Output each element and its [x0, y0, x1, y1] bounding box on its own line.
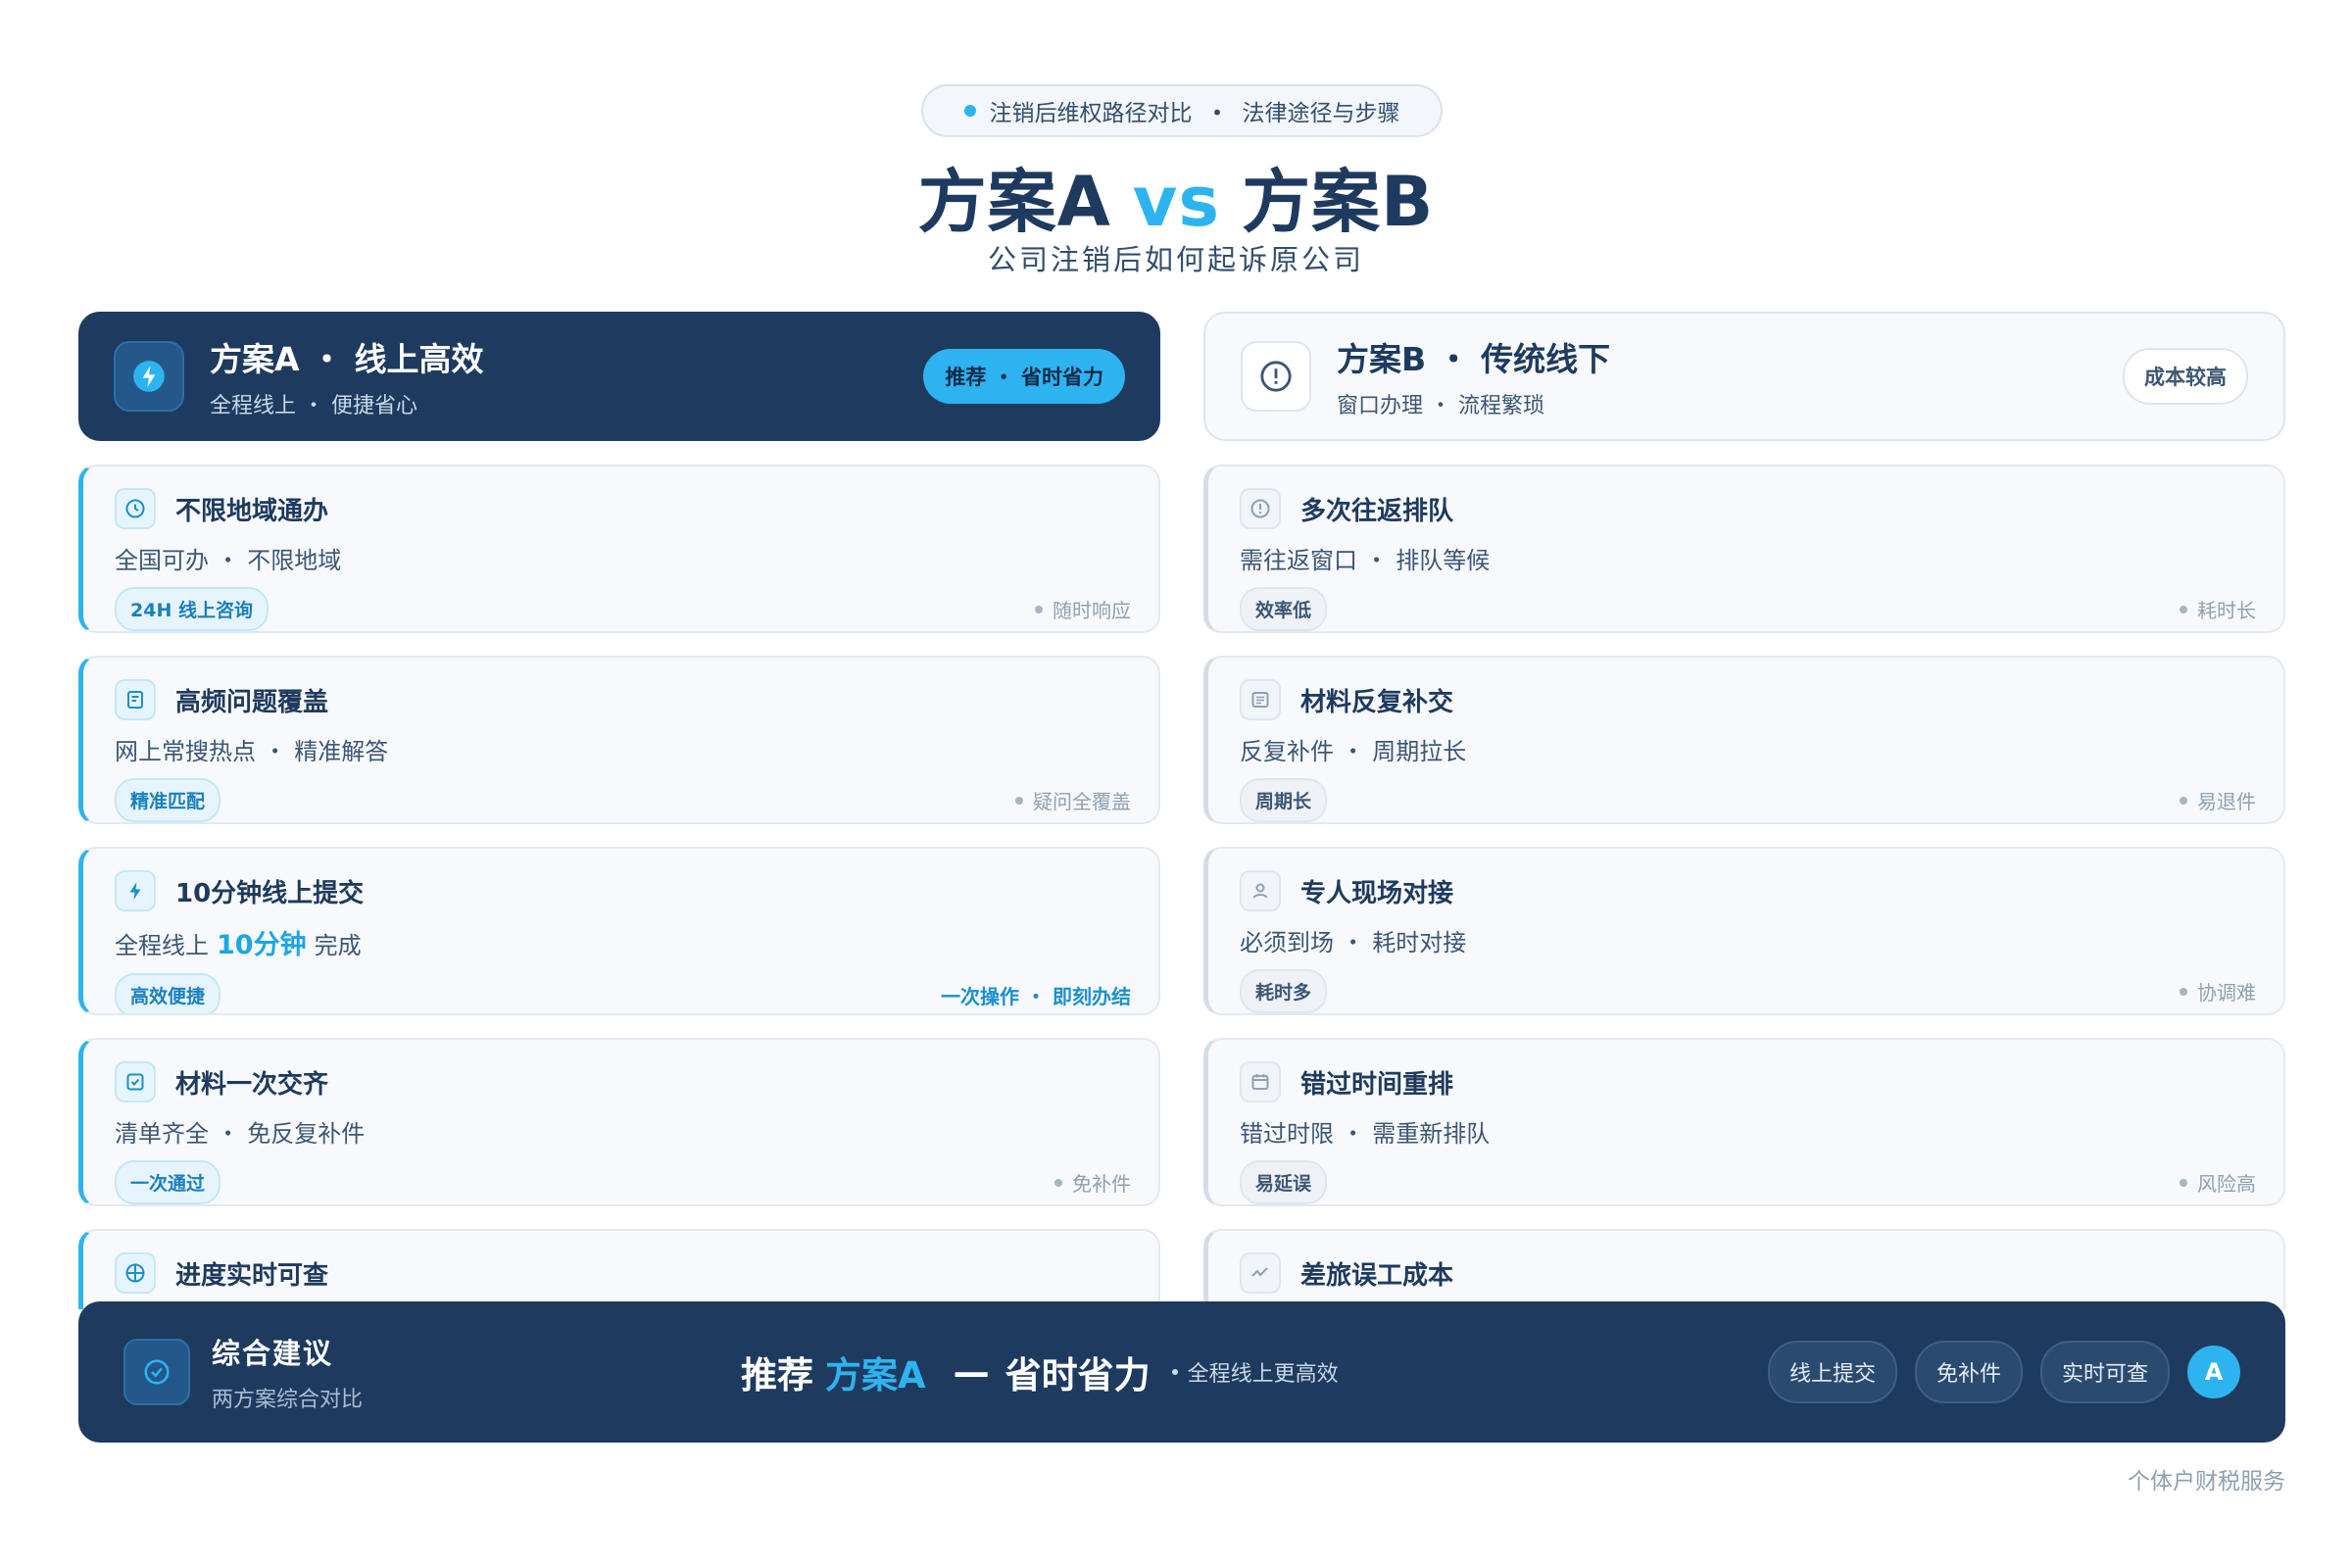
recommendation: 推荐 方案A — 省时省力 全程线上更高效 [741, 1350, 1339, 1397]
page-subtitle: 公司注销后如何起诉原公司 [987, 243, 1364, 276]
trend-icon [1240, 1252, 1281, 1294]
feature-card[interactable]: 差旅误工成本 [1203, 1229, 2285, 1309]
feature-note: 耗时长 [2180, 595, 2256, 623]
feature-title: 错过时间重排 [1300, 1069, 1454, 1100]
feature-desc: 必须到场 ・ 耗时对接 [1240, 929, 1467, 956]
feature-tag: 一次通过 [115, 1160, 221, 1204]
feature-card[interactable]: 多次往返排队 需往返窗口 ・ 排队等候 效率低 耗时长 [1203, 465, 2285, 633]
summary-bar: 综合建议 两方案综合对比 推荐 方案A — 省时省力 全程线上更高效 线上提交 … [78, 1301, 2285, 1443]
feature-desc: 网上常搜热点 ・ 精准解答 [115, 738, 389, 765]
plan-a-title: 方案A ・ 线上高效 [210, 340, 484, 378]
feature-card[interactable]: 错过时间重排 错过时限 ・ 需重新排队 易延误 风险高 [1203, 1038, 2285, 1206]
footer-brand: 个体户财税服务 [2128, 1469, 2285, 1494]
feature-desc: 错过时限 ・ 需重新排队 [1240, 1120, 1491, 1148]
feature-tag: 24H 线上咨询 [115, 587, 269, 631]
feature-note: 一次操作 ・ 即刻办结 [941, 985, 1131, 1008]
avatar[interactable]: A [2187, 1346, 2240, 1398]
eyebrow-dot [963, 105, 976, 117]
feature-tag: 易延误 [1240, 1160, 1328, 1204]
feature-title: 高频问题覆盖 [175, 687, 329, 717]
eyebrow-left: 注销后维权路径对比 [989, 101, 1193, 126]
check-circle-icon [123, 1339, 190, 1405]
summary-title: 综合建议 [212, 1337, 334, 1370]
document-icon [115, 679, 156, 720]
chip-realtime-track[interactable]: 实时可查 [2039, 1341, 2170, 1403]
feature-title: 10分钟线上提交 [175, 878, 365, 908]
eyebrow-right: 法律途径与步骤 [1242, 101, 1400, 126]
plan-b-subtitle: 窗口办理 ・ 流程繁琐 [1337, 394, 1544, 418]
feature-desc: 全国可办 ・ 不限地域 [115, 547, 342, 574]
feature-card[interactable]: 不限地域通办 全国可办 ・ 不限地域 24H 线上咨询 随时响应 [78, 465, 1160, 633]
chip-no-resubmit[interactable]: 免补件 [1914, 1341, 2023, 1403]
feature-card[interactable]: 材料反复补交 反复补件 ・ 周期拉长 周期长 易退件 [1203, 656, 2285, 824]
feature-note: 易退件 [2180, 786, 2256, 814]
feature-card[interactable]: 专人现场对接 必须到场 ・ 耗时对接 耗时多 协调难 [1203, 847, 2285, 1015]
alert-icon [1241, 341, 1311, 412]
feature-note: 免补件 [1054, 1168, 1131, 1197]
plan-a-header[interactable]: 方案A ・ 线上高效 全程线上 ・ 便捷省心 推荐 ・ 省时省力 [78, 312, 1160, 441]
feature-tag: 精准匹配 [115, 778, 221, 822]
eyebrow-pill: 注销后维权路径对比 ・ 法律途径与步骤 [921, 84, 1443, 137]
feature-desc: 清单齐全 ・ 免反复补件 [115, 1120, 366, 1148]
feature-title: 不限地域通办 [175, 496, 329, 526]
feature-note: 随时响应 [1035, 595, 1131, 623]
feature-note: 协调难 [2180, 977, 2256, 1005]
feature-tag: 效率低 [1240, 587, 1328, 631]
cost-badge: 成本较高 [2123, 348, 2248, 405]
feature-card[interactable]: 材料一次交齐 清单齐全 ・ 免反复补件 一次通过 免补件 [78, 1038, 1160, 1206]
plan-a-subtitle: 全程线上 ・ 便捷省心 [210, 394, 417, 418]
list-icon [1240, 679, 1281, 720]
feature-desc: 需往返窗口 ・ 排队等候 [1240, 547, 1491, 574]
highlight-time: 10分钟 [217, 930, 307, 960]
feature-title: 材料一次交齐 [175, 1069, 329, 1100]
checkbox-icon [115, 1061, 156, 1102]
feature-title: 材料反复补交 [1300, 687, 1454, 717]
feature-tag: 耗时多 [1240, 969, 1328, 1013]
plan-b-header[interactable]: 方案B ・ 传统线下 窗口办理 ・ 流程繁琐 成本较高 [1203, 312, 2285, 441]
feature-title: 专人现场对接 [1300, 878, 1454, 908]
feature-desc: 全程线上 10分钟 完成 [115, 930, 362, 960]
plan-b-title: 方案B ・ 传统线下 [1337, 340, 1611, 378]
feature-card[interactable]: 高频问题覆盖 网上常搜热点 ・ 精准解答 精准匹配 疑问全覆盖 [78, 656, 1160, 824]
clock-icon [115, 488, 156, 529]
feature-desc: 反复补件 ・ 周期拉长 [1240, 738, 1467, 765]
summary-subtitle: 两方案综合对比 [212, 1388, 364, 1412]
plan-a-feature-list: 不限地域通办 全国可办 ・ 不限地域 24H 线上咨询 随时响应 高频问题覆盖 … [78, 465, 1160, 1309]
globe-icon [115, 1252, 156, 1294]
chip-online-submit[interactable]: 线上提交 [1767, 1341, 1897, 1403]
plan-b-feature-list: 多次往返排队 需往返窗口 ・ 排队等候 效率低 耗时长 材料反复补交 反复补件 … [1203, 465, 2285, 1309]
calendar-icon [1240, 1061, 1281, 1102]
feature-title: 进度实时可查 [175, 1260, 329, 1291]
lightning-icon [115, 870, 156, 911]
feature-tag: 高效便捷 [115, 973, 221, 1013]
feature-tag: 周期长 [1240, 778, 1328, 822]
page-title: 方案A vs 方案B [917, 162, 1435, 242]
recommend-badge: 推荐 ・ 省时省力 [923, 349, 1125, 404]
feature-title: 差旅误工成本 [1300, 1260, 1454, 1291]
feature-note: 疑问全覆盖 [1015, 786, 1131, 814]
summary-note: 全程线上更高效 [1171, 1356, 1339, 1388]
feature-card[interactable]: 进度实时可查 [78, 1229, 1160, 1309]
alert-icon [1240, 488, 1281, 529]
feature-card[interactable]: 10分钟线上提交 全程线上 10分钟 完成 高效便捷 一次操作 ・ 即刻办结 [78, 847, 1160, 1015]
user-icon [1240, 870, 1281, 911]
lightning-icon [114, 341, 184, 412]
summary-chips: 线上提交 免补件 实时可查 A [1767, 1341, 2240, 1403]
feature-title: 多次往返排队 [1300, 496, 1454, 526]
feature-note: 风险高 [2180, 1168, 2256, 1197]
